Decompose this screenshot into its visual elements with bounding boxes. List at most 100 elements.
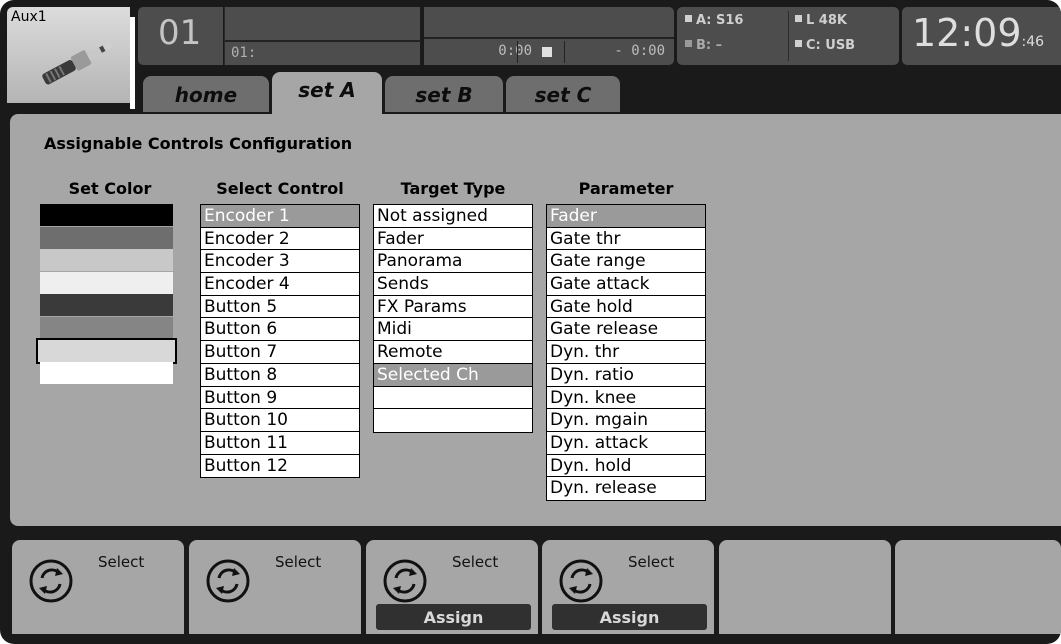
page-title: Assignable Controls Configuration	[44, 134, 353, 153]
assign-indicator: Assign	[552, 604, 707, 630]
list-item[interactable]	[374, 409, 532, 432]
tab-set-a[interactable]: set A	[272, 72, 382, 116]
player-time-box: 0:00 - 0:00	[424, 7, 674, 65]
channel-color-bar	[130, 17, 135, 109]
select-control-heading: Select Control	[216, 179, 344, 198]
list-item[interactable]	[374, 387, 532, 410]
io-status-box: A: S16 B: – L 48K C: USB	[677, 7, 899, 65]
color-swatch[interactable]	[40, 271, 173, 294]
list-item[interactable]: Dyn. knee	[547, 387, 705, 410]
status-indicator-icon	[685, 15, 692, 22]
rotary-encoder-icon	[29, 559, 73, 603]
color-swatch[interactable]	[40, 249, 173, 272]
color-swatch[interactable]	[40, 317, 173, 339]
list-item[interactable]: Button 7	[201, 341, 359, 364]
list-item[interactable]: Button 5	[201, 296, 359, 319]
jack-plug-icon	[42, 42, 112, 85]
target-type-list[interactable]: Not assigned Fader Panorama Sends FX Params M…	[373, 204, 533, 433]
softkey-label: Select	[275, 553, 322, 571]
status-c-label: C: USB	[806, 38, 856, 53]
list-item[interactable]: Encoder 1	[201, 205, 359, 228]
softkey-label: Select	[628, 553, 675, 571]
channel-number-box: 01	[138, 7, 223, 65]
parameter-list[interactable]: Fader Gate thr Gate range Gate attack Gate h…	[546, 204, 706, 501]
status-indicator-icon	[685, 40, 692, 47]
select-control-list[interactable]: Encoder 1 Encoder 2 Encoder 3 Encoder 4 Butt…	[200, 204, 360, 479]
list-item[interactable]: Gate thr	[547, 228, 705, 251]
list-item[interactable]: Dyn. release	[547, 477, 705, 500]
list-item[interactable]: Dyn. ratio	[547, 364, 705, 387]
softkey-5[interactable]	[719, 540, 891, 634]
list-item[interactable]: Midi	[374, 318, 532, 342]
tab-set-c[interactable]: set C	[506, 76, 620, 112]
list-item[interactable]: Dyn. hold	[547, 455, 705, 478]
softkey-label: Select	[98, 553, 145, 571]
elapsed-time: 0:00	[498, 43, 532, 59]
list-item[interactable]: Panorama	[374, 250, 532, 274]
softkey-1[interactable]: Select	[12, 540, 184, 634]
tab-home[interactable]: home	[143, 76, 269, 112]
list-item[interactable]: Button 12	[201, 455, 359, 478]
list-item[interactable]: Dyn. thr	[547, 341, 705, 364]
status-indicator-icon	[795, 40, 802, 47]
target-type-heading: Target Type	[400, 179, 506, 198]
clock-seconds: :46	[1021, 34, 1045, 50]
divider	[788, 11, 789, 61]
list-item[interactable]: Fader	[374, 228, 532, 251]
color-swatch[interactable]	[40, 362, 173, 385]
tab-set-b[interactable]: set B	[385, 76, 503, 112]
clock-time: 12:09	[912, 11, 1022, 55]
list-item[interactable]: Not assigned	[374, 205, 532, 228]
status-a: A: S16	[685, 13, 743, 28]
rotary-encoder-icon	[559, 559, 603, 603]
clock-box: 12:09:46	[902, 7, 1061, 65]
channel-number: 01	[158, 13, 202, 53]
softkey-3[interactable]: Select Assign	[366, 540, 538, 634]
list-item[interactable]: Sends	[374, 273, 532, 296]
rotary-encoder-icon	[206, 559, 250, 603]
status-a-label: A: S16	[696, 13, 744, 28]
softkey-label: Select	[452, 553, 499, 571]
status-b: B: –	[685, 38, 722, 53]
list-item[interactable]: Remote	[374, 341, 532, 364]
color-swatch[interactable]	[40, 204, 173, 226]
status-l: L 48K	[795, 13, 847, 28]
list-item[interactable]: Dyn. mgain	[547, 409, 705, 432]
mixer-screen: Aux1 01 01: 0:00 - 0:00 A: S16 B: – L 48…	[0, 0, 1061, 644]
divider	[517, 41, 518, 63]
list-item[interactable]: FX Params	[374, 296, 532, 319]
list-item[interactable]: Gate release	[547, 318, 705, 342]
parameter-heading: Parameter	[578, 179, 674, 198]
status-b-label: B: –	[696, 38, 723, 53]
list-item[interactable]: Dyn. attack	[547, 432, 705, 455]
divider	[564, 41, 565, 63]
list-item[interactable]: Button 11	[201, 432, 359, 455]
color-swatch[interactable]	[40, 294, 173, 317]
color-swatch[interactable]	[40, 226, 173, 249]
track-box: 01:	[224, 7, 421, 65]
softkey-4[interactable]: Select Assign	[542, 540, 714, 634]
list-item[interactable]: Button 9	[201, 387, 359, 410]
channel-box[interactable]: Aux1	[7, 7, 135, 109]
list-item[interactable]: Encoder 3	[201, 250, 359, 274]
list-item[interactable]: Button 8	[201, 364, 359, 387]
remaining-time: - 0:00	[614, 43, 665, 59]
list-item[interactable]: Gate attack	[547, 273, 705, 296]
list-item[interactable]: Encoder 4	[201, 273, 359, 296]
set-color-heading: Set Color	[68, 179, 152, 198]
assign-indicator: Assign	[376, 604, 531, 630]
list-item[interactable]: Gate hold	[547, 296, 705, 319]
stop-icon	[542, 47, 552, 57]
list-item[interactable]: Button 10	[201, 409, 359, 432]
status-indicator-icon	[795, 15, 802, 22]
list-item[interactable]: Fader	[547, 205, 705, 228]
list-item[interactable]: Button 6	[201, 318, 359, 342]
list-item[interactable]: Gate range	[547, 250, 705, 274]
list-item[interactable]: Encoder 2	[201, 228, 359, 251]
color-swatch[interactable]	[36, 337, 177, 364]
list-item[interactable]: Selected Ch	[374, 363, 532, 387]
softkey-2[interactable]: Select	[189, 540, 361, 634]
divider	[225, 40, 421, 42]
softkey-6[interactable]	[895, 540, 1061, 634]
status-c: C: USB	[795, 38, 855, 53]
